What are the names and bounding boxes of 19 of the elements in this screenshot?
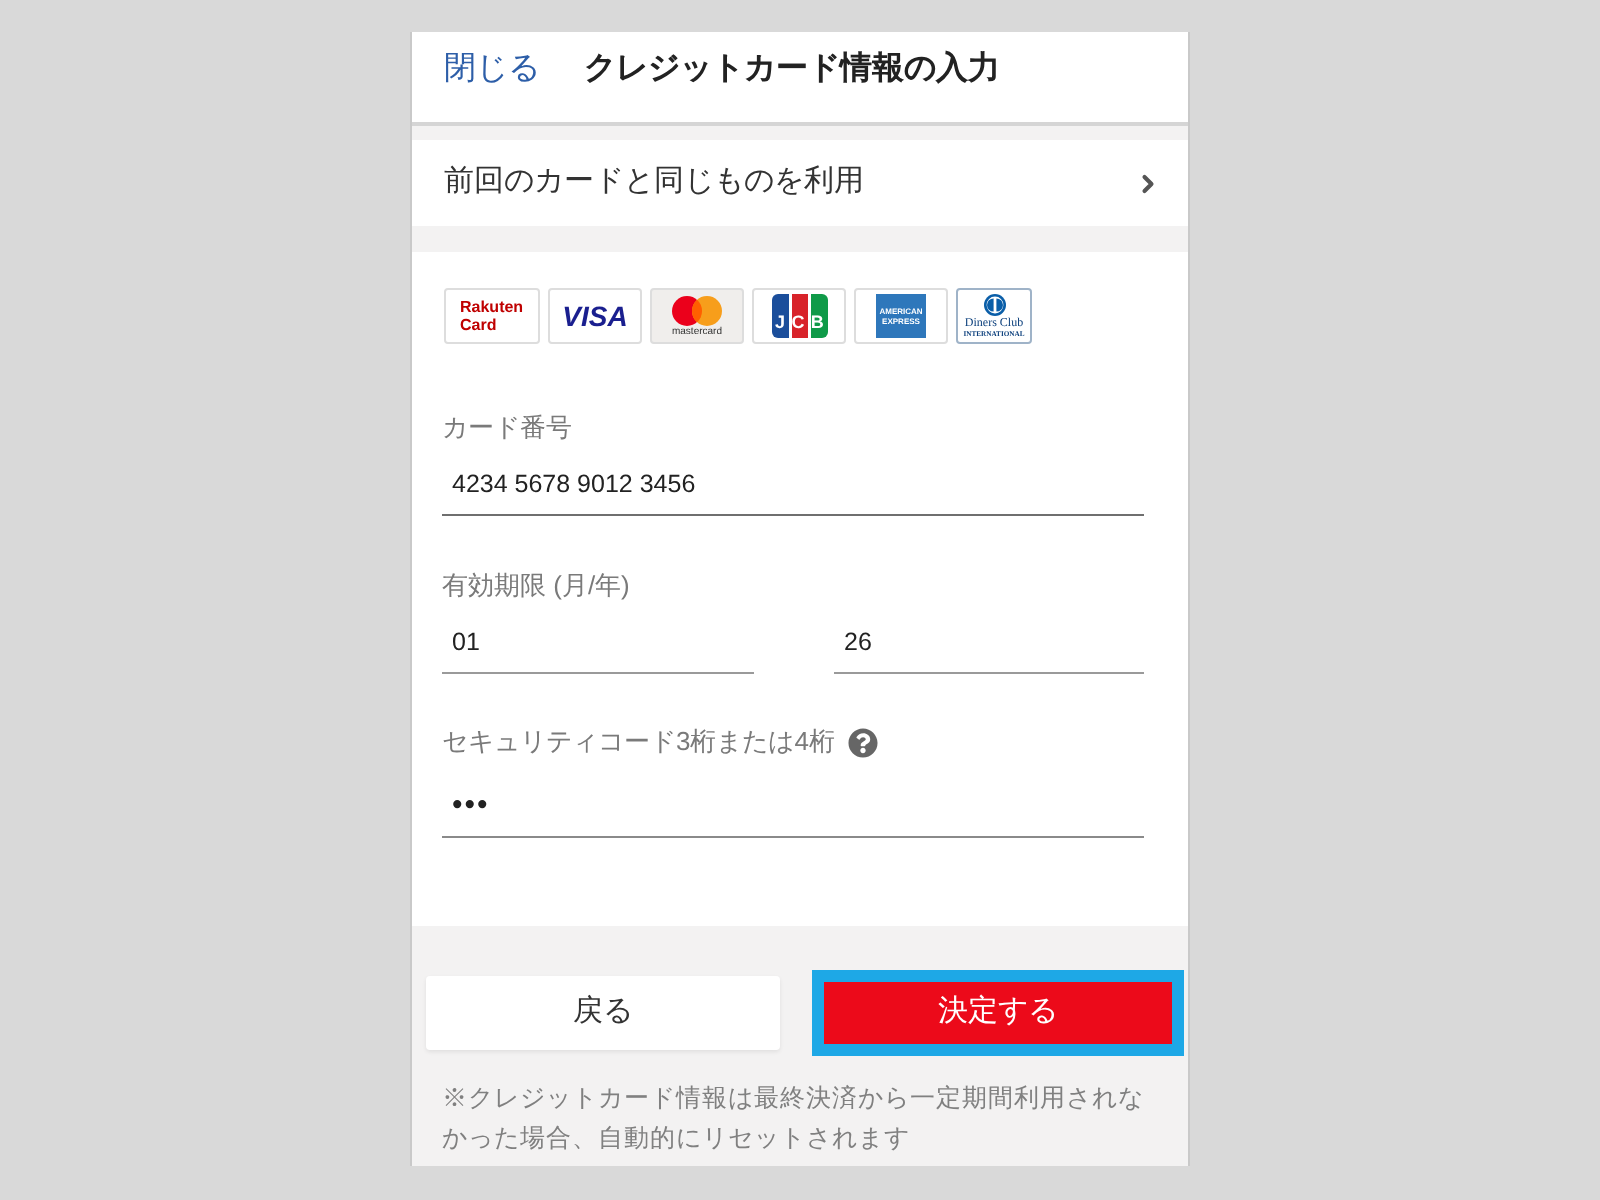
field-label: カード番号 bbox=[442, 412, 572, 444]
close-link[interactable]: 閉じる bbox=[444, 45, 540, 93]
brand-logo-text: Card bbox=[460, 317, 497, 333]
dialog-title: クレジットカード情報の入力 bbox=[584, 48, 1000, 89]
field-label: 有効期限 (月/年) bbox=[442, 570, 630, 602]
card-number-field[interactable]: 4234 5678 9012 3456 bbox=[442, 452, 1144, 516]
reset-notice: ※クレジットカード情報は最終決済から一定期間利用されなかった場合、自動的にリセットされます bbox=[440, 1082, 1146, 1156]
security-code-field[interactable]: ••• bbox=[442, 774, 1144, 838]
field-label: セキュリティコード3桁または4桁 bbox=[442, 726, 835, 758]
month-field[interactable]: 01 bbox=[442, 610, 754, 674]
back-button[interactable]: 戻る bbox=[426, 976, 780, 1050]
brand-logo-text: VISA bbox=[562, 302, 628, 330]
circle-emblem-icon bbox=[983, 293, 1005, 316]
help-icon[interactable] bbox=[848, 727, 879, 757]
year-field[interactable]: 26 bbox=[834, 610, 1144, 674]
overlapping-circles-icon bbox=[672, 295, 722, 325]
confirm-button[interactable]: 決定する bbox=[812, 970, 1184, 1056]
brand-logo-text: Rakuten bbox=[460, 299, 524, 315]
previous-card-row[interactable]: 前回のカードと同じものを利用 bbox=[412, 140, 1188, 226]
